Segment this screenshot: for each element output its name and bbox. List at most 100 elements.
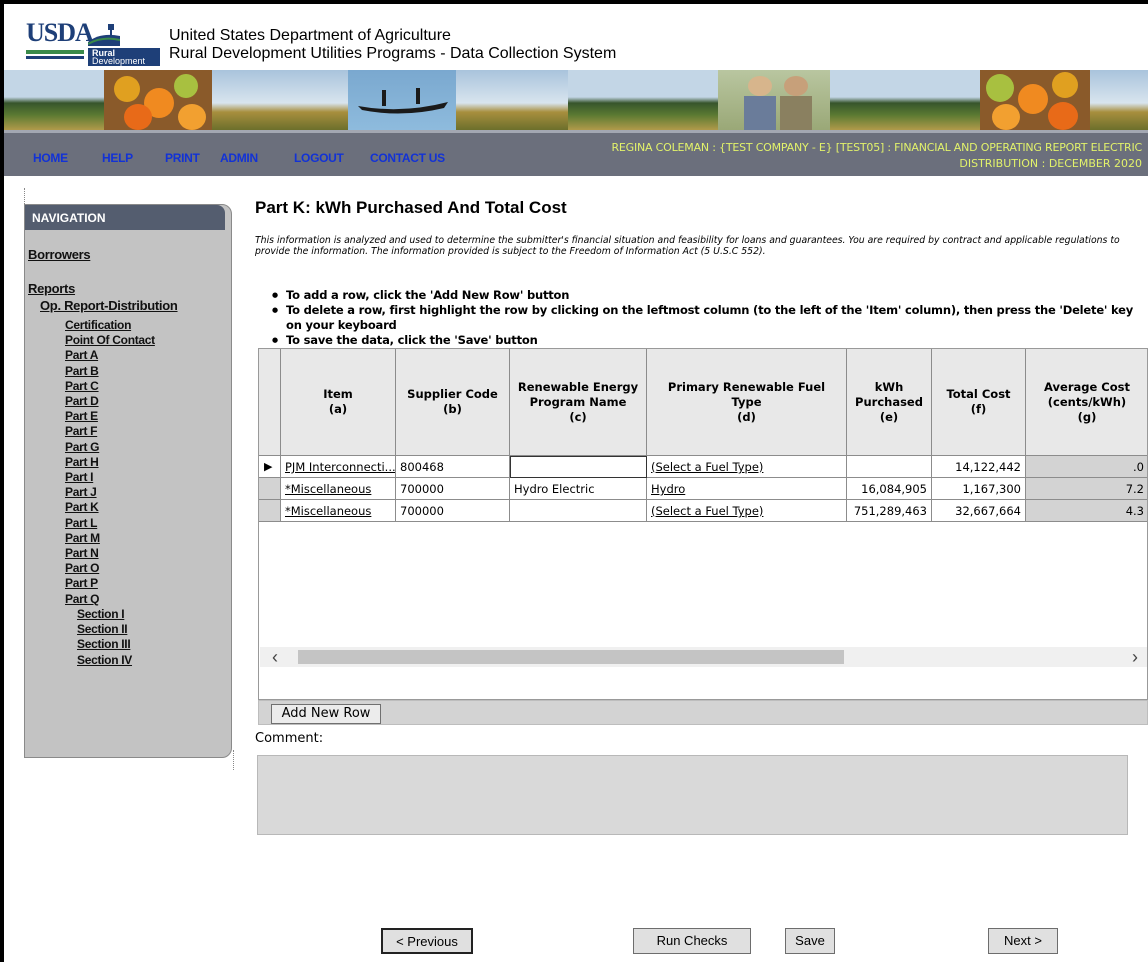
average-cost-cell[interactable]: 7.2 (1026, 478, 1147, 500)
column-header: Supplier Code (b) (396, 349, 510, 456)
header: USDA Rural Development United States Dep… (4, 4, 1148, 70)
save-button[interactable]: Save (785, 928, 835, 954)
nav-item-link[interactable]: Part D (65, 394, 99, 408)
fuel-type-cell[interactable]: (Select a Fuel Type) (647, 456, 847, 478)
scroll-thumb[interactable] (298, 650, 844, 664)
logo-stripe-blue (26, 56, 84, 59)
nav-section-link[interactable]: Section III (77, 637, 131, 651)
nav-reports-link[interactable]: Reports (28, 281, 75, 296)
program-name-cell[interactable] (510, 456, 647, 478)
prairie-image (456, 70, 568, 130)
program-name-cell[interactable]: Hydro Electric (510, 478, 647, 500)
nav-item-link[interactable]: Part J (65, 485, 97, 499)
nav-borrowers-link[interactable]: Borrowers (28, 247, 91, 262)
nav-section-link[interactable]: Section I (77, 607, 125, 621)
nav-item-link[interactable]: Part P (65, 576, 98, 590)
row-header-corner (259, 349, 281, 456)
nav-home-link[interactable]: HOME (33, 151, 68, 165)
column-header: Total Cost (f) (932, 349, 1026, 456)
intro-text: This information is analyzed and used to… (255, 235, 1120, 257)
header-title-line1: United States Department of Agriculture (169, 27, 451, 44)
fruit-image-2 (980, 70, 1090, 130)
kwh-purchased-cell[interactable] (847, 456, 932, 478)
nav-item-link[interactable]: Part E (65, 409, 98, 423)
kwh-purchased-cell[interactable]: 16,084,905 (847, 478, 932, 500)
nav-section-link[interactable]: Section IV (77, 653, 132, 667)
run-checks-button[interactable]: Run Checks (633, 928, 751, 954)
user-report-info: REGINA COLEMAN : {TEST COMPANY - E} [TES… (611, 141, 1142, 154)
fuel-type-cell[interactable]: Hydro (647, 478, 847, 500)
nav-help-link[interactable]: HELP (102, 151, 133, 165)
average-cost-cell[interactable]: .0 (1026, 456, 1147, 478)
header-title-line2: Rural Development Utilities Programs - D… (169, 45, 617, 62)
nav-section-link[interactable]: Section II (77, 622, 128, 636)
kwh-purchased-cell[interactable]: 751,289,463 (847, 500, 932, 522)
nav-op-report-distribution-link[interactable]: Op. Report-Distribution (40, 298, 178, 313)
column-header-sub: (b) (443, 402, 462, 416)
nav-print-link[interactable]: PRINT (165, 151, 200, 165)
add-new-row-button[interactable]: Add New Row (271, 704, 381, 724)
nav-item-link[interactable]: Part A (65, 348, 98, 362)
report-period-info: DISTRIBUTION : DECEMBER 2020 (959, 157, 1142, 170)
nav-item-link[interactable]: Part L (65, 516, 98, 530)
column-header-label: Renewable Energy Program Name (517, 379, 639, 409)
scroll-right-icon[interactable]: › (1132, 647, 1138, 668)
program-name-cell[interactable] (510, 500, 647, 522)
column-header-label: Total Cost (946, 387, 1011, 401)
nav-item-link[interactable]: Point Of Contact (65, 333, 155, 347)
usda-logo: USDA Rural Development (26, 18, 160, 68)
landscape-image (4, 70, 104, 130)
mountain-image (568, 70, 718, 130)
column-header: kWh Purchased (e) (847, 349, 932, 456)
navigation-heading: NAVIGATION (25, 205, 225, 230)
instruction-item: To add a row, click the 'Add New Row' bu… (272, 288, 1142, 303)
nav-item-link[interactable]: Part K (65, 500, 99, 514)
total-cost-cell[interactable]: 1,167,300 (932, 478, 1026, 500)
column-header-sub: (c) (569, 409, 587, 424)
previous-button[interactable]: < Previous (381, 928, 473, 954)
column-header: Item (a) (281, 349, 396, 456)
navigation-heading-text: NAVIGATION (32, 211, 106, 225)
row-selector[interactable] (259, 500, 281, 522)
nav-item-link[interactable]: Part B (65, 364, 99, 378)
supplier-code-cell[interactable]: 800468 (396, 456, 510, 478)
column-header-label: kWh Purchased (855, 379, 923, 409)
nav-item-link[interactable]: Part Q (65, 592, 100, 606)
nav-item-link[interactable]: Part G (65, 440, 100, 454)
nav-item-link[interactable]: Part I (65, 470, 94, 484)
row-selector[interactable]: ▶ (259, 456, 281, 478)
canoe-image (348, 70, 456, 130)
column-header-label: Primary Renewable Fuel Type (667, 379, 826, 409)
next-button[interactable]: Next > (988, 928, 1058, 954)
fuel-type-cell[interactable]: (Select a Fuel Type) (647, 500, 847, 522)
nav-admin-link[interactable]: ADMIN (220, 151, 258, 165)
comment-textarea[interactable] (257, 755, 1128, 835)
column-header: Renewable Energy Program Name (c) (510, 349, 647, 456)
nav-item-link[interactable]: Part O (65, 561, 100, 575)
rural-development-badge: Rural Development (88, 48, 160, 66)
nav-contact-link[interactable]: CONTACT US (370, 151, 445, 165)
average-cost-cell[interactable]: 4.3 (1026, 500, 1147, 522)
row-selector[interactable] (259, 478, 281, 500)
nav-item-link[interactable]: Certification (65, 318, 131, 332)
total-cost-cell[interactable]: 32,667,664 (932, 500, 1026, 522)
item-cell[interactable]: PJM Interconnecti... (281, 456, 396, 478)
item-cell[interactable]: *Miscellaneous (281, 500, 396, 522)
total-cost-cell[interactable]: 14,122,442 (932, 456, 1026, 478)
column-header-label: Item (323, 387, 353, 401)
nav-logout-link[interactable]: LOGOUT (294, 151, 344, 165)
scroll-left-icon[interactable]: ‹ (272, 647, 278, 668)
page-title: Part K: kWh Purchased And Total Cost (255, 198, 567, 217)
nav-item-link[interactable]: Part M (65, 531, 100, 545)
column-header-sub: (d) (737, 409, 756, 424)
horizontal-scrollbar[interactable]: ‹ › (260, 647, 1147, 668)
nav-item-link[interactable]: Part H (65, 455, 99, 469)
item-cell[interactable]: *Miscellaneous (281, 478, 396, 500)
supplier-code-cell[interactable]: 700000 (396, 500, 510, 522)
nav-item-link[interactable]: Part N (65, 546, 99, 560)
divider (233, 750, 234, 770)
comment-label: Comment: (255, 731, 324, 746)
supplier-code-cell[interactable]: 700000 (396, 478, 510, 500)
nav-item-link[interactable]: Part C (65, 379, 99, 393)
nav-item-link[interactable]: Part F (65, 424, 98, 438)
